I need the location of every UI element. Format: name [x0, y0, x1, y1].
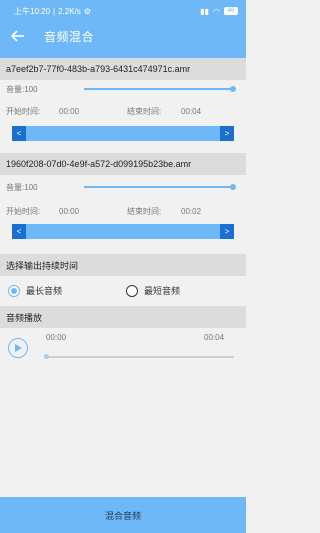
app-header: 上午10:20 | 2.2K/s ⚙ ▮▮ ◠ 46 音频混合 [0, 0, 246, 58]
net-speed: 2.2K/s [58, 6, 81, 16]
radio-shortest-circle[interactable] [126, 284, 138, 297]
battery-level: 46 [227, 8, 235, 14]
playback-section-title: 音频播放 [0, 306, 246, 328]
track-1-volume-thumb[interactable] [230, 86, 236, 92]
track-2-range-slider[interactable]: < > [12, 224, 234, 239]
duration-section-title: 选择输出持续时间 [0, 254, 246, 276]
track-1-volume-track [84, 88, 234, 90]
track-2-time-row: 开始时间: 00:00 结束时间: 00:02 [0, 202, 246, 220]
track-2-volume-row: 音量:100 [0, 178, 246, 196]
duration-radio-group: 最长音频 最短音频 [0, 280, 246, 302]
track-2-volume-slider[interactable] [84, 181, 236, 193]
track-2-end-label: 结束时间: [127, 206, 162, 216]
wifi-icon: ◠ [213, 6, 220, 16]
track-2-range-right-handle[interactable]: > [220, 224, 234, 239]
track-1-volume-row: 音量:100 [0, 80, 246, 98]
status-bar: 上午10:20 | 2.2K/s ⚙ ▮▮ ◠ 46 [14, 5, 238, 17]
status-divider: | [53, 6, 56, 16]
playback-seek-slider[interactable] [44, 352, 234, 362]
track-1-volume-label: 音量:100 [6, 84, 38, 94]
track-2-volume-thumb[interactable] [230, 184, 236, 190]
page-title: 音频混合 [44, 29, 95, 44]
track-2-start-value: 00:00 [59, 206, 80, 216]
track-1-range-left-handle[interactable]: < [12, 126, 26, 141]
status-time: 上午10:20 [14, 6, 51, 16]
track-1-start-value: 00:00 [59, 106, 80, 116]
playback-total-time: 00:04 [204, 333, 225, 342]
mix-audio-button[interactable]: 混合音频 [0, 497, 246, 533]
radio-longest-label: 最长音频 [26, 286, 63, 296]
back-arrow-icon[interactable] [0, 22, 36, 50]
settings-gear-icon: ⚙ [83, 6, 91, 16]
track-1-range-right-handle[interactable]: > [220, 126, 234, 141]
play-icon [14, 344, 22, 352]
track-1-time-row: 开始时间: 00:00 结束时间: 00:04 [0, 102, 246, 120]
playback-current-time: 00:00 [46, 333, 67, 342]
track-2-end-value: 00:02 [181, 206, 202, 216]
track-2-filename: 1960f208-07d0-4e9f-a572-d099195b23be.amr [0, 153, 246, 175]
track-2-volume-track [84, 186, 234, 188]
playback-seek-thumb[interactable] [44, 354, 49, 359]
track-1-end-value: 00:04 [181, 106, 202, 116]
radio-shortest-label: 最短音频 [144, 286, 181, 296]
track-2-start-label: 开始时间: [6, 206, 41, 216]
track-1-range-slider[interactable]: < > [12, 126, 234, 141]
track-1-filename: a7eef2b7-77f0-483b-a793-6431c474971c.amr [0, 58, 246, 80]
track-2-range-left-handle[interactable]: < [12, 224, 26, 239]
radio-shortest[interactable]: 最短音频 [126, 284, 180, 297]
playback-seek-track [44, 356, 234, 358]
track-1-end-label: 结束时间: [127, 106, 162, 116]
track-2-volume-label: 音量:100 [6, 182, 38, 192]
play-button[interactable] [8, 338, 28, 358]
track-1-volume-slider[interactable] [84, 83, 236, 95]
radio-longest[interactable]: 最长音频 [8, 284, 62, 297]
battery-icon: 46 [224, 7, 238, 15]
radio-longest-circle[interactable] [8, 284, 20, 297]
signal-icon: ▮▮ [200, 6, 210, 16]
track-1-start-label: 开始时间: [6, 106, 41, 116]
